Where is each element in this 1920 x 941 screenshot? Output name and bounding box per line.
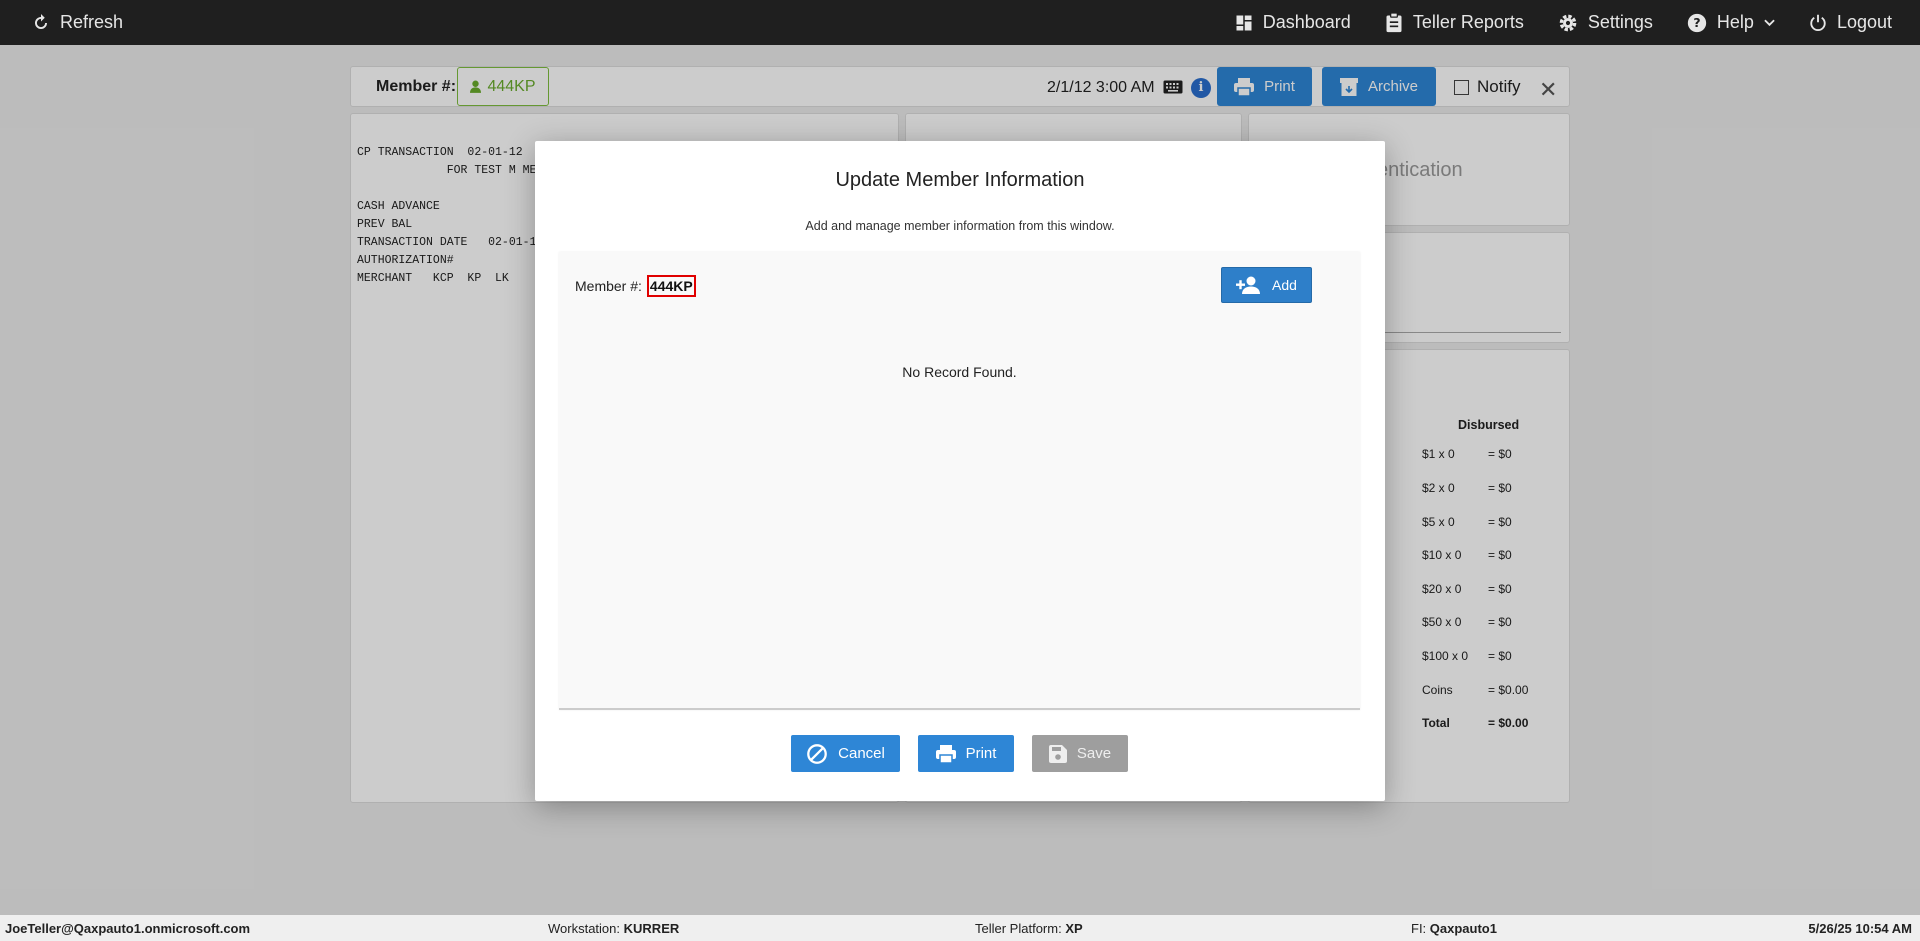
nav-dashboard-label: Dashboard — [1262, 12, 1351, 32]
ban-icon — [807, 743, 827, 764]
status-user: JoeTeller@Qaxpauto1.onmicrosoft.com — [5, 921, 251, 936]
fi-label: FI: — [1411, 921, 1427, 936]
chevron-down-icon — [1764, 19, 1775, 26]
nav-help-label: Help — [1716, 12, 1754, 32]
dialog-print-label: Print — [965, 745, 997, 762]
floppy-disk-icon — [1048, 744, 1067, 763]
dialog-subtitle: Add and manage member information from t… — [805, 219, 1115, 233]
refresh-button[interactable]: Refresh — [32, 0, 123, 45]
fi-value: Qaxpauto1 — [1429, 921, 1497, 936]
dialog-print-button[interactable]: Print — [918, 735, 1014, 772]
dialog-title: Update Member Information — [835, 169, 1085, 191]
add-user-icon — [1236, 276, 1261, 294]
dialog-footer: Cancel Print Save — [535, 735, 1385, 773]
cancel-button[interactable]: Cancel — [791, 735, 900, 772]
dashboard-icon — [1236, 15, 1252, 30]
member-number-field: Member #: 444KP — [575, 275, 696, 297]
help-icon: ? — [1687, 13, 1707, 32]
status-bar: JoeTeller@Qaxpauto1.onmicrosoft.com Work… — [0, 915, 1920, 941]
power-icon — [1810, 14, 1826, 31]
refresh-icon — [35, 13, 47, 29]
top-bar: Refresh Dashboard Teller Reports Setting… — [0, 0, 1920, 45]
nav-teller-reports[interactable]: Teller Reports — [1385, 12, 1524, 33]
status-workstation: Workstation: KURRER — [548, 921, 679, 936]
workstation-label: Workstation: — [548, 921, 621, 936]
top-nav: Dashboard Teller Reports Settings ? Help… — [1235, 0, 1892, 45]
nav-logout[interactable]: Logout — [1809, 12, 1892, 33]
refresh-label: Refresh — [60, 12, 124, 32]
status-platform: Teller Platform: XP — [975, 921, 1083, 936]
gear-icon — [1559, 14, 1577, 31]
save-button[interactable]: Save — [1032, 735, 1128, 772]
workstation-value: KURRER — [623, 921, 680, 936]
cancel-label: Cancel — [838, 745, 885, 762]
update-member-dialog: Update Member Information Add and manage… — [535, 141, 1385, 801]
add-member-button[interactable]: Add — [1221, 267, 1312, 303]
nav-dashboard[interactable]: Dashboard — [1235, 12, 1351, 33]
add-label: Add — [1272, 277, 1297, 293]
member-number-value: 444KP — [646, 275, 696, 297]
platform-label: Teller Platform: — [975, 921, 1062, 936]
nav-settings[interactable]: Settings — [1558, 12, 1653, 33]
platform-value: XP — [1065, 921, 1083, 936]
status-datetime: 5/26/25 10:54 AM — [1808, 921, 1912, 936]
status-fi: FI: Qaxpauto1 — [1411, 921, 1497, 936]
dialog-body: Member #: 444KP Add No Record Found. — [559, 252, 1360, 710]
nav-teller-reports-label: Teller Reports — [1412, 12, 1524, 32]
nav-logout-label: Logout — [1836, 12, 1892, 32]
clipboard-icon — [1386, 12, 1402, 32]
svg-text:?: ? — [1693, 15, 1700, 30]
nav-settings-label: Settings — [1587, 12, 1653, 32]
member-number-label: Member #: — [575, 278, 642, 294]
save-label: Save — [1076, 745, 1112, 762]
nav-help[interactable]: ? Help — [1687, 12, 1775, 33]
no-record-message: No Record Found. — [902, 364, 1017, 380]
printer-icon — [935, 744, 956, 763]
